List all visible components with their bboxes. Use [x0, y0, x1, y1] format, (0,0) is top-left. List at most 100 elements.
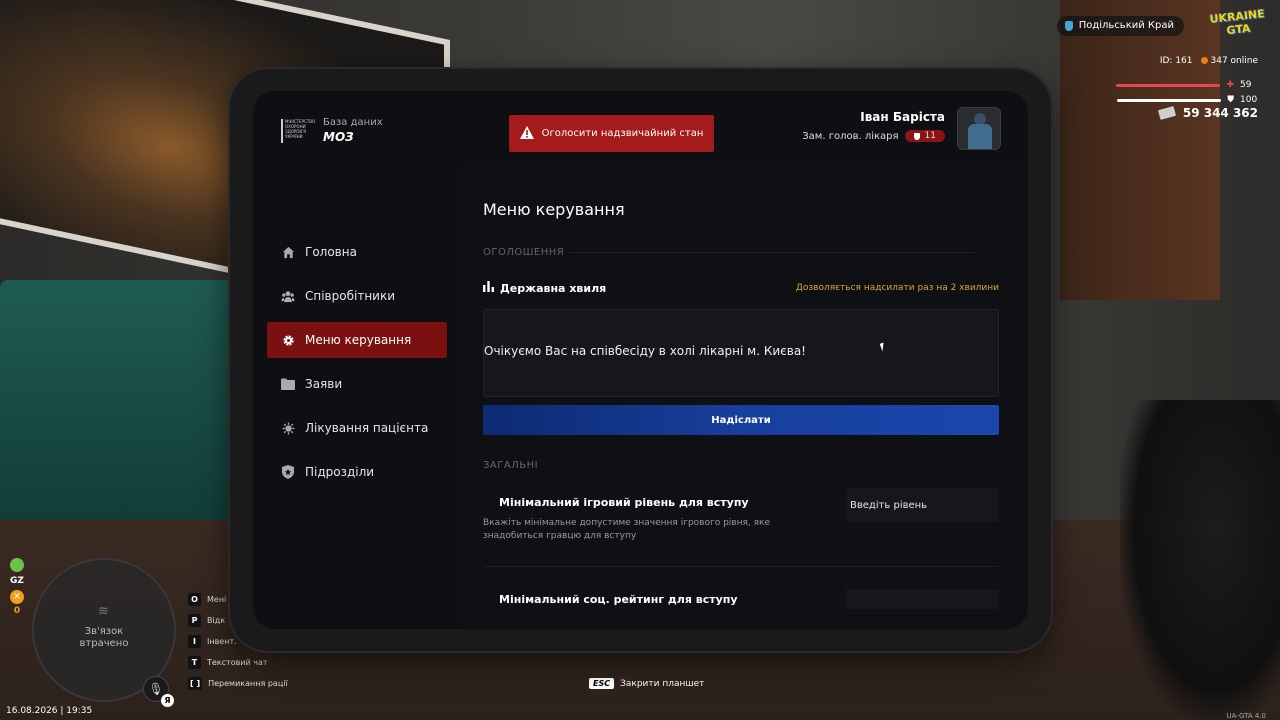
side-stats: GZ ✕ 0: [8, 558, 26, 616]
gear-icon: [281, 333, 295, 347]
brand-name: МОЗ: [323, 130, 354, 144]
send-button[interactable]: Надіслати: [483, 405, 999, 435]
region-shield-icon: [1064, 21, 1073, 31]
bar-chart-icon: [483, 281, 494, 295]
sidebar-item-label: Заяви: [305, 377, 343, 391]
date-time: 16.08.2026 | 19:35: [6, 706, 93, 716]
min-level-input[interactable]: [846, 488, 999, 522]
status-x-icon: ✕: [10, 590, 24, 604]
min-level-setting: Мінімальний ігровий рівень для вступу Вк…: [483, 488, 999, 566]
hotkey-radio: [ ] Перемикання рації: [188, 673, 288, 694]
online-count: 347 online: [1200, 56, 1259, 66]
money-value: 59 344 362: [1182, 106, 1258, 120]
announcement-textarea[interactable]: Очікуємо Вас на співбесіду в холі лікарн…: [483, 309, 999, 397]
region-name: Подільський Край: [1078, 20, 1174, 31]
avatar[interactable]: [957, 107, 1001, 150]
setting-divider: [483, 566, 999, 567]
user-profile: Іван Баріста Зам. голов. лікаря 11: [802, 107, 1001, 150]
esc-key: ESC: [589, 678, 615, 689]
page-title: Меню керування: [483, 200, 625, 219]
hotkey-label: Інвент.: [207, 637, 237, 646]
sidebar-item-label: Співробітники: [305, 289, 396, 303]
stat-letters: GZ: [10, 576, 24, 586]
sidebar-item-label: Головна: [305, 245, 357, 259]
moz-logo: МІНІСТЕРСТВО ОХОРОНИ ЗДОРОВ'Я УКРАЇНИ: [281, 118, 315, 143]
profile-text: Іван Баріста Зам. голов. лікаря 11: [802, 107, 945, 142]
sidebar: МІНІСТЕРСТВО ОХОРОНИ ЗДОРОВ'Я УКРАЇНИ Ба…: [253, 91, 459, 629]
armor-shield-icon: ⛊: [1227, 95, 1234, 105]
declare-emergency-label: Оголосити надзвичайний стан: [541, 128, 704, 139]
general-section-label: ЗАГАЛЬНІ: [483, 460, 539, 471]
rank-badge: 11: [904, 130, 945, 142]
mic-badge: Я: [161, 694, 174, 707]
hotkey-key: O: [188, 593, 201, 606]
announcements-section-label: ОГОЛОШЕННЯ: [483, 247, 565, 258]
setting-description: Вкажіть мінімальне допустиме значення іг…: [483, 518, 770, 541]
armor-value: 100: [1240, 95, 1258, 105]
health-row: ✚ 59: [1116, 80, 1260, 90]
send-limit-note: Дозволяється надсилати раз на 2 хвилини: [795, 283, 999, 293]
users-icon: [281, 289, 295, 303]
state-wave-label: Державна хвиля: [500, 281, 607, 295]
connection-lost-line-2: втрачено: [79, 638, 129, 649]
door: [1060, 0, 1220, 300]
setting-title: Мінімальний ігровий рівень для вступу: [499, 496, 749, 509]
hotkey-label: Текстовий чат: [207, 658, 268, 667]
sidebar-item-label: Лікування пацієнта: [305, 421, 429, 435]
hotkey-key: [ ]: [188, 677, 203, 690]
hotkey-text-chat: T Текстовий чат: [188, 652, 288, 673]
sidebar-item-applications[interactable]: Заяви: [267, 366, 447, 402]
user-role-row: Зам. голов. лікаря 11: [802, 130, 945, 142]
setting-title: Мінімальний соц. рейтинг для вступу: [499, 593, 738, 606]
character: [1120, 400, 1280, 720]
min-rating-input[interactable]: [846, 589, 999, 609]
hotkey-label: Перемикання рації: [208, 679, 288, 688]
ukraine-gta-logo: UKRAINE GTA: [1209, 7, 1268, 43]
health-value: 59: [1240, 80, 1252, 90]
hotkey-key: T: [188, 656, 201, 669]
avatar-body: [968, 124, 992, 149]
region-badge: Подільський Край: [1056, 16, 1184, 36]
declare-emergency-button[interactable]: Оголосити надзвичайний стан: [509, 115, 714, 152]
sidebar-nav: Головна Співробітники Меню керування Зая…: [267, 234, 447, 498]
user-role: Зам. голов. лікаря: [802, 130, 899, 142]
hotkey-label: Відк: [207, 616, 226, 625]
online-label: 347 online: [1210, 56, 1259, 66]
close-tablet-hint: ESC Закрити планшет: [589, 678, 704, 689]
money-display: 59 344 362: [1157, 106, 1258, 120]
home-icon: [281, 245, 295, 259]
game-version: UA-GTA 4.0: [1226, 712, 1266, 720]
sidebar-item-home[interactable]: Головна: [267, 234, 447, 270]
sidebar-item-control-menu[interactable]: Меню керування: [267, 322, 447, 358]
status-green-icon: [10, 558, 24, 572]
no-signal-icon: ≋: [98, 604, 109, 619]
armor-row: ⛊ 100: [1117, 95, 1260, 105]
armor-bar: [1117, 98, 1222, 102]
section-divider: [569, 252, 975, 253]
state-wave-header: Державна хвиля Дозволяється надсилати ра…: [483, 281, 999, 295]
sidebar-item-staff[interactable]: Співробітники: [267, 278, 447, 314]
online-dot-icon: [1200, 57, 1208, 64]
virus-icon: [281, 421, 295, 435]
rank-shield-icon: [913, 132, 920, 140]
brand-subtitle: База даних: [323, 117, 383, 128]
tablet-screen: МІНІСТЕРСТВО ОХОРОНИ ЗДОРОВ'Я УКРАЇНИ Ба…: [253, 91, 1028, 629]
rank-value: 11: [924, 131, 936, 141]
min-rating-setting: Мінімальний соц. рейтинг для вступу: [483, 589, 999, 613]
connection-lost-line-1: Зв'язок: [84, 626, 124, 637]
sidebar-item-departments[interactable]: Підрозділи: [267, 454, 447, 490]
player-id: ID: 161: [1159, 56, 1193, 66]
state-wave-title: Державна хвиля: [483, 281, 606, 295]
sidebar-item-patient-treatment[interactable]: Лікування пацієнта: [267, 410, 447, 446]
connection-lost-text: Зв'язок втрачено: [34, 626, 174, 650]
cash-icon: [1157, 106, 1176, 120]
player-info: ID: 161 347 online: [1160, 56, 1258, 66]
user-name: Іван Баріста: [860, 110, 945, 124]
hotkey-key: P: [188, 614, 201, 627]
health-cross-icon: ✚: [1226, 80, 1234, 90]
sidebar-item-label: Підрозділи: [305, 465, 375, 479]
folder-icon: [281, 377, 295, 391]
sidebar-item-label: Меню керування: [305, 333, 412, 347]
warning-icon: [519, 125, 534, 142]
close-tablet-label: Закрити планшет: [620, 678, 705, 689]
